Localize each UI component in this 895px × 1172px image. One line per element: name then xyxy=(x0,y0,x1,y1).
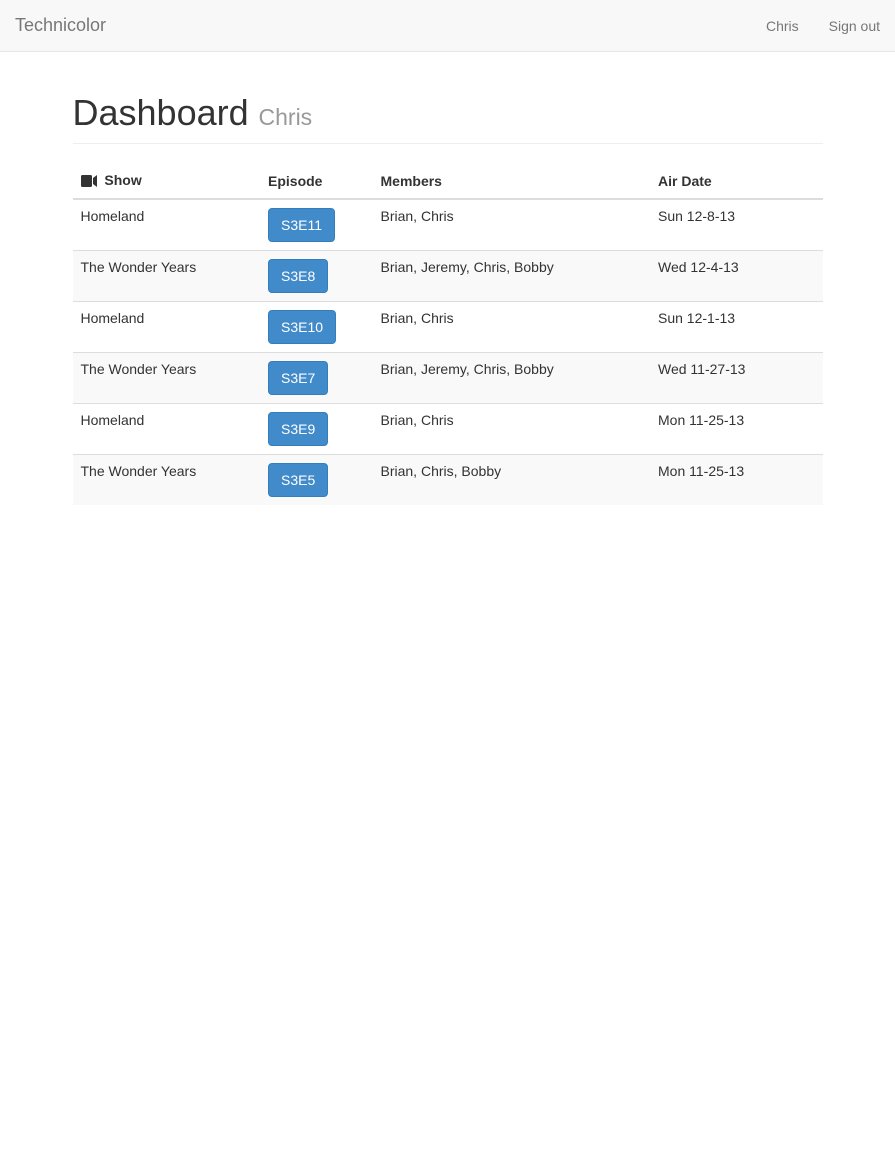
header-members: Members xyxy=(373,164,651,199)
user-link[interactable]: Chris xyxy=(766,18,799,34)
cell-episode: S3E7 xyxy=(260,353,373,404)
cell-show: The Wonder Years xyxy=(73,455,261,506)
cell-members: Brian, Jeremy, Chris, Bobby xyxy=(373,251,651,302)
table-header-row: Show Episode Members Air Date xyxy=(73,164,823,199)
navbar-right: Chris Sign out xyxy=(766,18,880,34)
episode-button[interactable]: S3E5 xyxy=(268,463,328,497)
table-body: Homeland S3E11 Brian, Chris Sun 12-8-13 … xyxy=(73,199,823,505)
header-show: Show xyxy=(73,164,261,199)
table-row: The Wonder Years S3E8 Brian, Jeremy, Chr… xyxy=(73,251,823,302)
table-row: Homeland S3E9 Brian, Chris Mon 11-25-13 xyxy=(73,404,823,455)
signout-link[interactable]: Sign out xyxy=(829,18,880,34)
cell-members: Brian, Jeremy, Chris, Bobby xyxy=(373,353,651,404)
table-row: Homeland S3E11 Brian, Chris Sun 12-8-13 xyxy=(73,199,823,251)
cell-air-date: Sun 12-8-13 xyxy=(650,199,823,251)
cell-members: Brian, Chris xyxy=(373,302,651,353)
cell-show: Homeland xyxy=(73,404,261,455)
main-container: Dashboard Chris Show Episode Members Air… xyxy=(58,92,838,505)
episode-button[interactable]: S3E10 xyxy=(268,310,336,344)
brand-link[interactable]: Technicolor xyxy=(15,0,106,51)
cell-members: Brian, Chris, Bobby xyxy=(373,455,651,506)
header-show-label: Show xyxy=(104,172,141,188)
cell-show: Homeland xyxy=(73,199,261,251)
cell-episode: S3E11 xyxy=(260,199,373,251)
episode-button[interactable]: S3E7 xyxy=(268,361,328,395)
cell-air-date: Mon 11-25-13 xyxy=(650,455,823,506)
table-row: The Wonder Years S3E7 Brian, Jeremy, Chr… xyxy=(73,353,823,404)
episode-button[interactable]: S3E9 xyxy=(268,412,328,446)
cell-show: The Wonder Years xyxy=(73,353,261,404)
cell-air-date: Wed 12-4-13 xyxy=(650,251,823,302)
cell-air-date: Wed 11-27-13 xyxy=(650,353,823,404)
page-title: Dashboard xyxy=(73,92,249,133)
page-subtitle: Chris xyxy=(259,104,313,130)
cell-episode: S3E10 xyxy=(260,302,373,353)
cell-members: Brian, Chris xyxy=(373,404,651,455)
episode-button[interactable]: S3E8 xyxy=(268,259,328,293)
table-row: Homeland S3E10 Brian, Chris Sun 12-1-13 xyxy=(73,302,823,353)
header-air-date: Air Date xyxy=(650,164,823,199)
cell-air-date: Sun 12-1-13 xyxy=(650,302,823,353)
shows-table: Show Episode Members Air Date Homeland S… xyxy=(73,164,823,505)
navbar: Technicolor Chris Sign out xyxy=(0,0,895,52)
video-camera-icon xyxy=(81,174,97,190)
cell-episode: S3E8 xyxy=(260,251,373,302)
header-episode: Episode xyxy=(260,164,373,199)
cell-show: Homeland xyxy=(73,302,261,353)
cell-air-date: Mon 11-25-13 xyxy=(650,404,823,455)
table-row: The Wonder Years S3E5 Brian, Chris, Bobb… xyxy=(73,455,823,506)
cell-episode: S3E5 xyxy=(260,455,373,506)
cell-members: Brian, Chris xyxy=(373,199,651,251)
episode-button[interactable]: S3E11 xyxy=(268,208,335,242)
cell-show: The Wonder Years xyxy=(73,251,261,302)
page-header: Dashboard Chris xyxy=(73,92,823,144)
cell-episode: S3E9 xyxy=(260,404,373,455)
